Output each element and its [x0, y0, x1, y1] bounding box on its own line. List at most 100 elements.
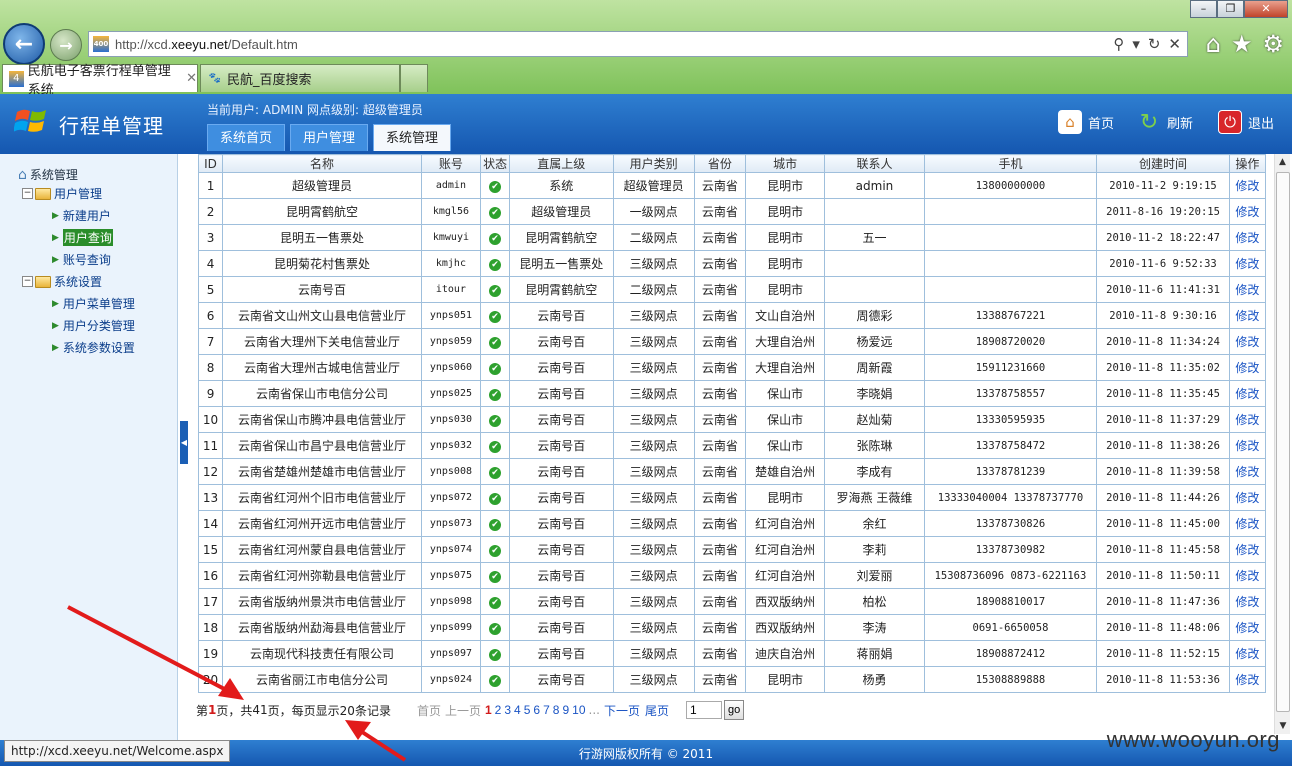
sidebar-item-category-management[interactable]: ▶ 用户分类管理 [52, 317, 135, 334]
sidebar-item-new-user[interactable]: ▶ 新建用户 [52, 207, 111, 224]
edit-link[interactable]: 修改 [1235, 283, 1259, 297]
browser-tab-baidu[interactable]: 🐾 民航_百度搜索 [200, 64, 400, 92]
edit-link[interactable]: 修改 [1235, 257, 1259, 271]
pager-total-pages: 41 [252, 703, 268, 717]
tree-root[interactable]: ⌂ 系统管理 [18, 166, 78, 183]
forward-button[interactable]: → [50, 29, 82, 61]
tab-system-management[interactable]: 系统管理 [373, 124, 451, 151]
page-number-link[interactable]: 6 [533, 703, 540, 717]
table-row: 10 云南省保山市腾冲县电信营业厅 ynps030 ✔ 云南号百 三级网点 云南省 保山市 赵灿… [197, 406, 1267, 433]
edit-link[interactable]: 修改 [1235, 543, 1259, 557]
close-window-button[interactable]: ✕ [1244, 0, 1288, 18]
cell-id: 16 [197, 562, 224, 589]
page-number-link[interactable]: 2 [495, 703, 502, 717]
tree-group-user-management[interactable]: − 用户管理 [22, 185, 102, 202]
edit-link[interactable]: 修改 [1235, 361, 1259, 375]
sidebar-item-account-query[interactable]: ▶ 账号查询 [52, 251, 111, 268]
collapse-icon[interactable]: − [22, 188, 33, 199]
page-number-link[interactable]: 9 [562, 703, 569, 717]
table-row: 13 云南省红河州个旧市电信营业厅 ynps072 ✔ 云南号百 三级网点 云南省 昆明市 罗海… [197, 484, 1267, 511]
edit-link[interactable]: 修改 [1235, 309, 1259, 323]
cell-parent: 云南号百 [509, 354, 614, 381]
favorites-star-icon[interactable]: ★ [1231, 30, 1253, 58]
tree-group-system-settings[interactable]: − 系统设置 [22, 273, 102, 290]
page-number-link[interactable]: 3 [504, 703, 511, 717]
cell-account: ynps098 [420, 588, 482, 615]
edit-link[interactable]: 修改 [1235, 465, 1259, 479]
browser-tab-active[interactable]: 4 民航电子客票行程单管理系统 ✕ [2, 64, 198, 98]
stop-icon[interactable]: ✕ [1168, 35, 1181, 53]
cell-province: 云南省 [693, 666, 746, 693]
gear-icon[interactable]: ⚙ [1262, 30, 1284, 58]
pager-last[interactable]: 尾页 [645, 702, 669, 719]
sidebar-item-menu-management[interactable]: ▶ 用户菜单管理 [52, 295, 135, 312]
collapse-icon[interactable]: − [22, 276, 33, 287]
home-icon[interactable]: ⌂ [1206, 30, 1221, 58]
cell-province: 云南省 [693, 354, 746, 381]
sidebar-item-user-query[interactable]: ▶ 用户查询 [52, 229, 113, 246]
app-header: 行程单管理 当前用户: ADMIN 网点级别: 超级管理员 系统首页 用户管理 … [0, 94, 1292, 154]
address-text[interactable]: http://xcd.xeeyu.net/Default.htm [115, 37, 298, 52]
logout-link[interactable]: ⏻ 退出 [1218, 110, 1274, 134]
edit-link[interactable]: 修改 [1235, 673, 1259, 687]
cell-status: ✔ [480, 562, 511, 589]
dropdown-icon[interactable]: ▾ [1132, 35, 1140, 53]
edit-link[interactable]: 修改 [1235, 335, 1259, 349]
page-number-link[interactable]: 4 [514, 703, 521, 717]
edit-link[interactable]: 修改 [1235, 387, 1259, 401]
tab-user-management[interactable]: 用户管理 [290, 124, 368, 151]
cell-parent: 云南号百 [509, 432, 614, 459]
tree-group-label: 用户管理 [54, 187, 103, 201]
edit-link[interactable]: 修改 [1235, 231, 1259, 245]
edit-link[interactable]: 修改 [1235, 517, 1259, 531]
new-tab-button[interactable] [400, 64, 428, 92]
pager-next[interactable]: 下一页 [604, 702, 640, 719]
tab-system-home[interactable]: 系统首页 [207, 124, 285, 151]
cell-province: 云南省 [693, 640, 746, 667]
power-icon: ⏻ [1218, 110, 1242, 134]
cell-name: 云南省楚雄州楚雄市电信营业厅 [222, 458, 422, 485]
tab-close-icon[interactable]: ✕ [186, 71, 197, 86]
edit-link[interactable]: 修改 [1235, 621, 1259, 635]
home-link[interactable]: ⌂ 首页 [1058, 110, 1114, 134]
cell-user-type: 超级管理员 [612, 172, 695, 199]
page-jump-input[interactable] [686, 701, 723, 719]
edit-link[interactable]: 修改 [1235, 205, 1259, 219]
minimize-button[interactable]: – [1190, 0, 1217, 18]
vertical-scrollbar[interactable]: ▲ ▼ [1274, 154, 1290, 734]
page-number-link[interactable]: 5 [524, 703, 531, 717]
cell-user-type: 三级网点 [612, 432, 695, 459]
page-number-link[interactable]: 7 [543, 703, 550, 717]
edit-link[interactable]: 修改 [1235, 413, 1259, 427]
table-row: 18 云南省版纳州勐海县电信营业厅 ynps099 ✔ 云南号百 三级网点 云南省 西双版纳州… [197, 614, 1267, 641]
status-check-icon: ✔ [489, 467, 502, 479]
go-button[interactable]: go [724, 700, 745, 720]
page-number-link[interactable]: 1 [485, 703, 492, 717]
edit-link[interactable]: 修改 [1235, 569, 1259, 583]
cell-user-type: 三级网点 [612, 328, 695, 355]
cell-province: 云南省 [693, 484, 746, 511]
pager-prev: 上一页 [444, 703, 481, 718]
refresh-link[interactable]: ↻ 刷新 [1137, 110, 1193, 135]
page-number-link[interactable]: 10 [572, 703, 585, 717]
sidebar-item-system-params[interactable]: ▶ 系统参数设置 [52, 339, 135, 356]
cell-created-time: 2010-11-8 11:37:29 [1096, 406, 1230, 433]
edit-link[interactable]: 修改 [1235, 491, 1259, 505]
restore-button[interactable]: ❐ [1217, 0, 1244, 18]
status-check-icon: ✔ [489, 259, 502, 271]
page-number-link[interactable]: 8 [553, 703, 560, 717]
table-row: 7 云南省大理州下关电信营业厅 ynps059 ✔ 云南号百 三级网点 云南省 大理自治州 杨爱… [197, 328, 1267, 355]
edit-link[interactable]: 修改 [1235, 595, 1259, 609]
scroll-thumb[interactable] [1276, 172, 1290, 712]
address-bar[interactable]: 400 http://xcd.xeeyu.net/Default.htm ⚲ ▾… [88, 31, 1188, 57]
search-icon[interactable]: ⚲ [1113, 35, 1124, 53]
edit-link[interactable]: 修改 [1235, 179, 1259, 193]
scroll-up-icon[interactable]: ▲ [1275, 154, 1290, 170]
browser-chrome: – ❐ ✕ ← → 400 http://xcd.xeeyu.net/Defau… [0, 0, 1292, 98]
status-check-icon: ✔ [489, 571, 502, 583]
refresh-icon[interactable]: ↻ [1148, 35, 1161, 53]
edit-link[interactable]: 修改 [1235, 439, 1259, 453]
edit-link[interactable]: 修改 [1235, 647, 1259, 661]
cell-city: 红河自治州 [744, 562, 826, 589]
sidebar-collapse-handle[interactable]: ◀ [180, 421, 188, 464]
